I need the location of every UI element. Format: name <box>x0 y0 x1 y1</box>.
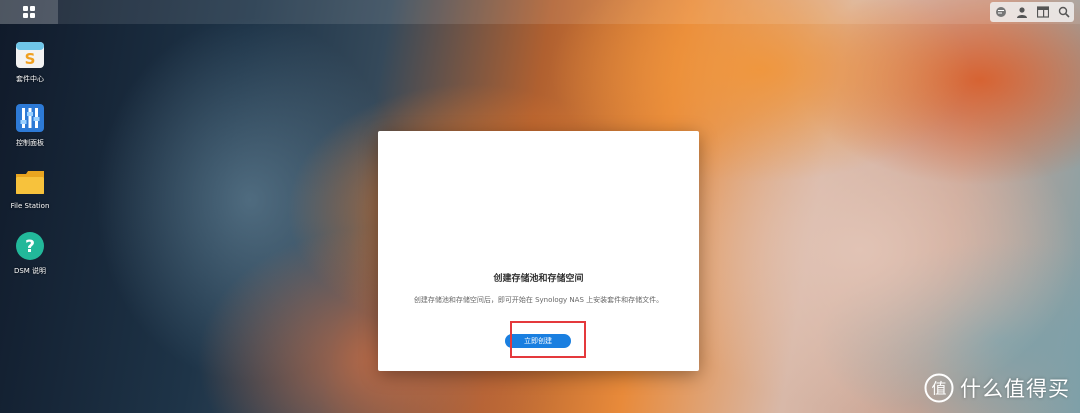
taskbar-tray <box>990 2 1074 22</box>
notification-icon[interactable] <box>993 4 1009 20</box>
app-label: 控制面板 <box>16 139 44 147</box>
app-package-center[interactable]: S 套件中心 <box>0 36 60 100</box>
dialog-description: 创建存储池和存储空间后，即可开始在 Synology NAS 上安装套件和存储文… <box>413 296 664 304</box>
app-label: File Station <box>10 202 50 210</box>
watermark: 值 什么值得买 <box>924 373 1070 403</box>
main-menu-button[interactable] <box>0 0 58 24</box>
app-file-station[interactable]: File Station <box>0 164 60 228</box>
package-center-icon: S <box>16 42 44 68</box>
grid-menu-icon <box>23 6 35 18</box>
create-storage-dialog: 创建存储池和存储空间 创建存储池和存储空间后，即可开始在 Synology NA… <box>378 131 699 371</box>
create-now-button[interactable]: 立即创建 <box>505 334 571 348</box>
app-control-panel[interactable]: 控制面板 <box>0 100 60 164</box>
dialog-title: 创建存储池和存储空间 <box>493 274 584 284</box>
app-label: 套件中心 <box>16 75 44 83</box>
svg-text:值: 值 <box>931 380 946 398</box>
folder-icon <box>16 171 44 194</box>
taskbar <box>0 0 1080 24</box>
smzdm-logo-icon: 值 <box>924 373 954 403</box>
svg-text:?: ? <box>25 237 35 257</box>
user-icon[interactable] <box>1014 4 1030 20</box>
desktop-icons: S 套件中心 控制面板 File Station ? DSM 说明 <box>0 36 60 292</box>
help-icon: ? <box>16 232 44 260</box>
app-dsm-help[interactable]: ? DSM 说明 <box>0 228 60 292</box>
svg-text:S: S <box>25 50 36 68</box>
control-panel-icon <box>16 104 44 132</box>
watermark-text: 什么值得买 <box>960 377 1070 401</box>
app-label: DSM 说明 <box>13 267 47 275</box>
widgets-icon[interactable] <box>1035 4 1051 20</box>
search-icon[interactable] <box>1056 4 1072 20</box>
